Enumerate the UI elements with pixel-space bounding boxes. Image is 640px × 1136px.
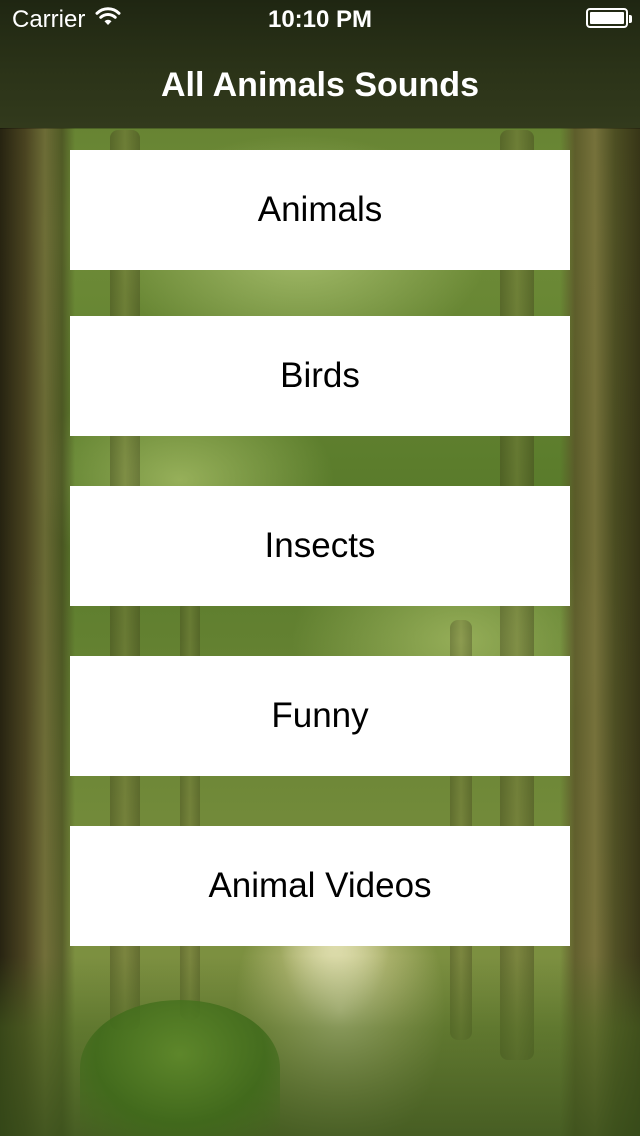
nav-title: All Animals Sounds [160,66,479,104]
bush [80,1000,280,1136]
battery-icon [586,8,632,28]
status-right [586,8,632,28]
funny-button[interactable]: Funny [70,656,570,776]
status-bar: Carrier 10:10 PM [0,0,640,40]
animals-button[interactable]: Animals [70,150,570,270]
insects-button[interactable]: Insects [70,486,570,606]
status-time: 10:10 PM [267,6,373,33]
animal-videos-button[interactable]: Animal Videos [70,826,570,946]
birds-button[interactable]: Birds [70,316,570,436]
battery-level [590,12,624,24]
